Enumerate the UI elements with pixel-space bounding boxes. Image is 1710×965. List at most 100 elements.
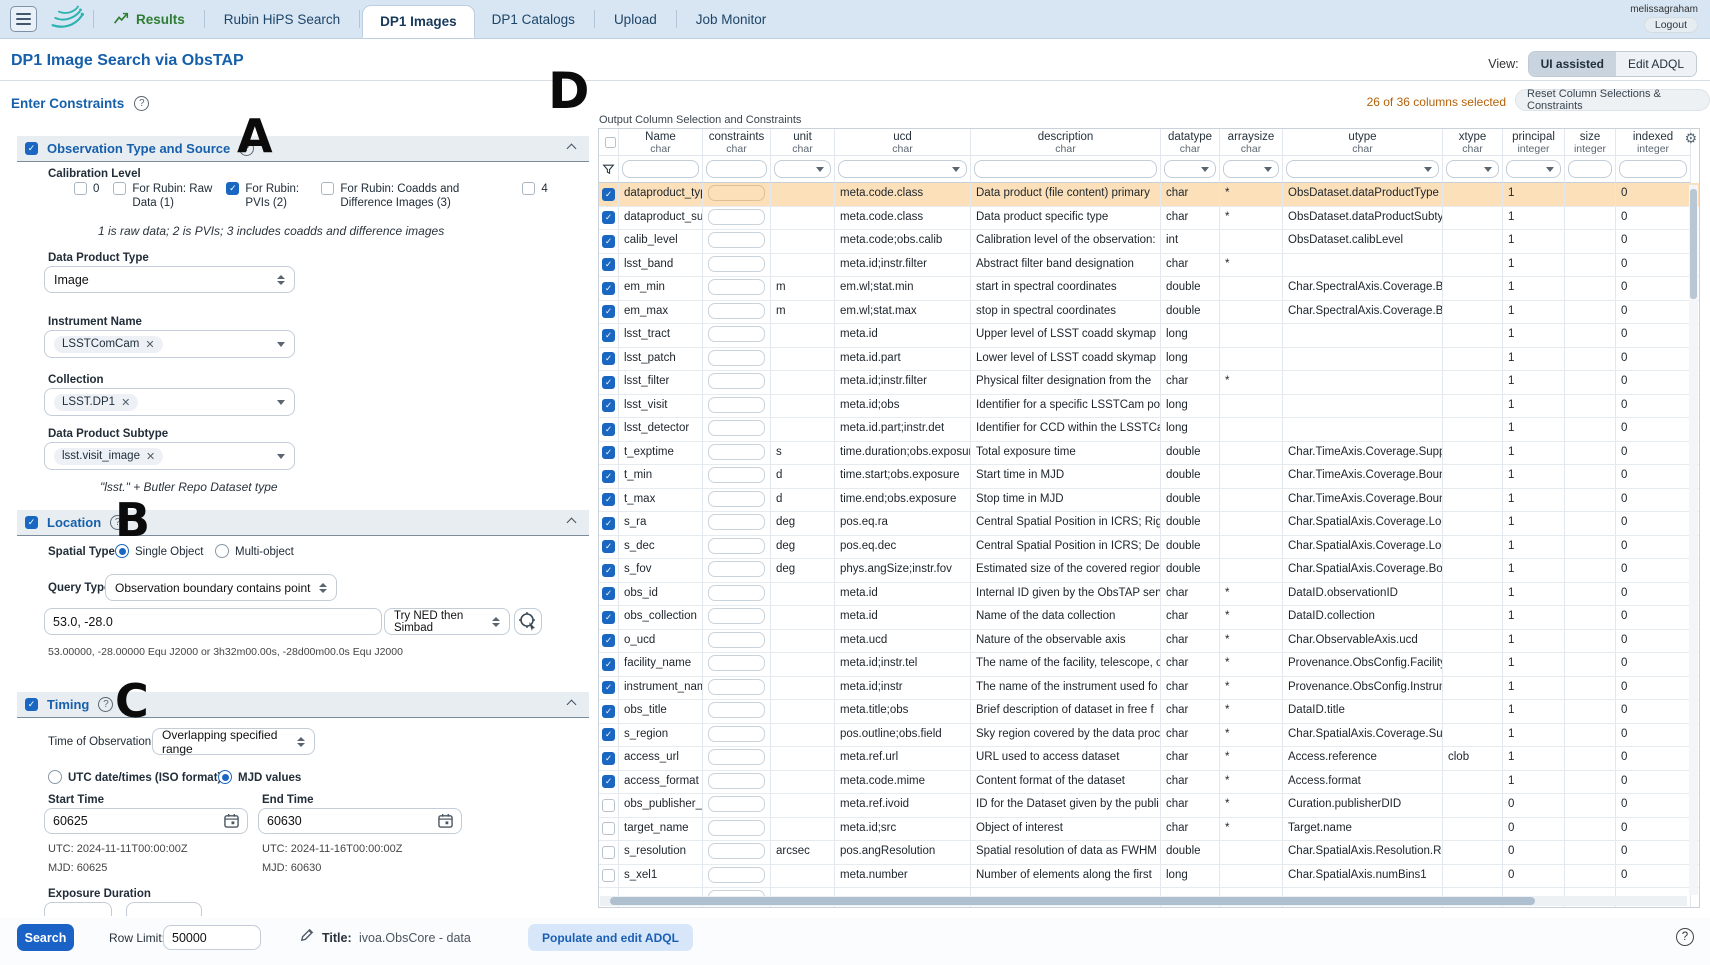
collapse-chevron-icon[interactable] (567, 144, 577, 154)
constraint-input[interactable] (708, 796, 765, 812)
column-header-ucd[interactable]: ucdchar (835, 129, 971, 156)
row-checkbox[interactable]: ✓ (602, 658, 615, 671)
coordinates-input[interactable] (44, 608, 382, 635)
column-header-principal[interactable]: principalinteger (1503, 129, 1565, 156)
mjd-values-radio[interactable] (218, 770, 232, 784)
collapse-chevron-icon[interactable] (567, 518, 577, 528)
filter-input-indexed[interactable] (1619, 160, 1687, 178)
chip-remove-icon[interactable]: ✕ (121, 396, 130, 409)
column-header-size[interactable]: sizeinteger (1565, 129, 1616, 156)
row-checkbox[interactable]: ✓ (602, 188, 615, 201)
row-checkbox[interactable]: ✓ (602, 705, 615, 718)
populate-adql-button[interactable]: Populate and edit ADQL (528, 924, 693, 951)
exposure-max-input[interactable] (126, 902, 202, 916)
row-checkbox[interactable]: ✓ (602, 634, 615, 647)
chip-remove-icon[interactable]: ✕ (146, 450, 155, 463)
horizontal-scrollbar-thumb[interactable] (610, 897, 1535, 905)
section-observation-type-header[interactable]: ✓ Observation Type and Source ? (17, 136, 589, 162)
horizontal-scrollbar[interactable] (600, 896, 1687, 906)
logout-button[interactable]: Logout (1644, 17, 1698, 33)
constraint-input[interactable] (708, 303, 765, 319)
search-button[interactable]: Search (17, 924, 74, 951)
end-calendar-icon[interactable] (438, 813, 453, 833)
row-checkbox[interactable]: ✓ (602, 446, 615, 459)
constraint-input[interactable] (708, 867, 765, 883)
constraint-input[interactable] (708, 420, 765, 436)
row-checkbox[interactable]: ✓ (602, 305, 615, 318)
constraint-input[interactable] (708, 185, 765, 201)
constraint-input[interactable] (708, 279, 765, 295)
time-of-observation-select[interactable]: Overlapping specified range (152, 728, 315, 755)
collection-multiselect[interactable]: LSST.DP1 ✕ (44, 388, 295, 416)
constraint-input[interactable] (708, 632, 765, 648)
filter-input-name[interactable] (622, 160, 699, 178)
filter-input-constraints[interactable] (706, 160, 767, 178)
instrument-name-multiselect[interactable]: LSSTComCam ✕ (44, 330, 295, 358)
constraint-input[interactable] (708, 538, 765, 554)
column-header-constraints[interactable]: constraintschar (703, 129, 771, 156)
column-header-description[interactable]: descriptionchar (971, 129, 1161, 156)
calibration-checkbox[interactable] (321, 182, 334, 195)
select-all-checkbox[interactable] (604, 137, 615, 148)
reset-columns-button[interactable]: Reset Column Selections & Constraints (1515, 89, 1710, 111)
row-checkbox[interactable]: ✓ (602, 211, 615, 224)
row-checkbox[interactable]: ✓ (602, 235, 615, 248)
chip-remove-icon[interactable]: ✕ (145, 338, 154, 351)
tab-job-monitor[interactable]: Job Monitor (679, 0, 784, 38)
column-header-datatype[interactable]: datatypechar (1161, 129, 1220, 156)
row-checkbox[interactable]: ✓ (602, 587, 615, 600)
section-timing-checkbox[interactable]: ✓ (25, 698, 38, 711)
constraint-input[interactable] (708, 608, 765, 624)
filter-input-description[interactable] (974, 160, 1157, 178)
filter-select-xtype[interactable] (1446, 160, 1499, 178)
filter-select-ucd[interactable] (838, 160, 967, 178)
section-observation-type-checkbox[interactable]: ✓ (25, 142, 38, 155)
row-checkbox[interactable]: ✓ (602, 540, 615, 553)
constraint-input[interactable] (708, 679, 765, 695)
calibration-checkbox[interactable] (522, 182, 535, 195)
column-header-xtype[interactable]: xtypechar (1443, 129, 1503, 156)
row-checkbox[interactable]: ✓ (602, 564, 615, 577)
constraint-input[interactable] (708, 702, 765, 718)
tab-upload[interactable]: Upload (597, 0, 674, 38)
row-checkbox[interactable]: ✓ (602, 352, 615, 365)
constraint-input[interactable] (708, 585, 765, 601)
row-checkbox[interactable]: ✓ (602, 493, 615, 506)
start-calendar-icon[interactable] (224, 813, 239, 833)
start-time-input[interactable] (44, 808, 248, 834)
row-checkbox[interactable]: ✓ (602, 329, 615, 342)
constraint-input[interactable] (708, 773, 765, 789)
row-checkbox[interactable]: ✓ (602, 282, 615, 295)
constraint-input[interactable] (708, 209, 765, 225)
constraint-input[interactable] (708, 514, 765, 530)
constraint-input[interactable] (708, 397, 765, 413)
row-limit-input[interactable] (163, 925, 261, 950)
section-location-checkbox[interactable]: ✓ (25, 516, 38, 529)
filter-select-arraysize[interactable] (1223, 160, 1279, 178)
vertical-scrollbar-thumb[interactable] (1690, 189, 1697, 299)
filter-select-principal[interactable] (1506, 160, 1561, 178)
row-checkbox[interactable]: ✓ (602, 258, 615, 271)
tab-rubin-hips-search[interactable]: Rubin HiPS Search (207, 0, 357, 38)
calibration-checkbox[interactable] (74, 182, 87, 195)
query-type-select[interactable]: Observation boundary contains point (105, 574, 337, 601)
constraint-input[interactable] (708, 232, 765, 248)
row-checkbox[interactable] (602, 822, 615, 835)
constraint-input[interactable] (708, 843, 765, 859)
menu-hamburger-icon[interactable] (10, 6, 37, 32)
constraint-input[interactable] (708, 444, 765, 460)
column-header-indexed[interactable]: indexedinteger (1616, 129, 1691, 156)
row-checkbox[interactable] (602, 799, 615, 812)
view-ui-assisted-button[interactable]: UI assisted (1529, 52, 1616, 76)
row-checkbox[interactable]: ✓ (602, 611, 615, 624)
resolver-select[interactable]: Try NED then Simbad (384, 608, 510, 635)
table-settings-gear-icon[interactable]: ⚙ (1684, 131, 1697, 147)
tab-results[interactable]: Results (96, 0, 202, 38)
filter-funnel-icon[interactable] (602, 163, 615, 176)
row-checkbox[interactable]: ✓ (602, 470, 615, 483)
page-help-icon[interactable]: ? (1676, 928, 1694, 946)
data-product-type-select[interactable]: Image (44, 266, 295, 293)
row-checkbox[interactable]: ✓ (602, 517, 615, 530)
timing-help-icon[interactable]: ? (98, 697, 113, 712)
utc-format-radio[interactable] (48, 770, 62, 784)
